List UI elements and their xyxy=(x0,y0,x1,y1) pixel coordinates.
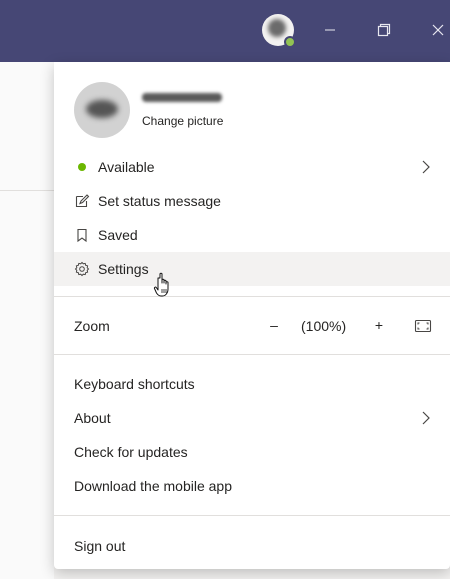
presence-available-icon xyxy=(284,36,296,48)
menu-item-check-for-updates[interactable]: Check for updates xyxy=(54,435,450,469)
settings-label: Settings xyxy=(98,261,149,277)
restore-button[interactable] xyxy=(372,18,396,42)
avatar-image xyxy=(268,19,286,37)
profile-header: Change picture xyxy=(54,62,450,147)
check-updates-label: Check for updates xyxy=(74,444,188,460)
close-icon xyxy=(432,24,444,36)
user-avatar-button[interactable] xyxy=(262,14,296,48)
set-status-label: Set status message xyxy=(98,193,221,209)
menu-divider xyxy=(54,354,450,355)
restore-icon xyxy=(377,23,391,37)
app-background xyxy=(0,62,54,579)
zoom-level: (100%) xyxy=(301,318,347,334)
menu-item-saved[interactable]: Saved xyxy=(54,218,450,252)
fit-to-screen-icon[interactable] xyxy=(414,317,432,335)
gear-icon xyxy=(74,261,90,277)
minimize-icon xyxy=(325,29,335,31)
profile-name-redacted xyxy=(142,93,222,102)
zoom-in-button[interactable]: + xyxy=(371,315,387,335)
menu-item-status[interactable]: Available xyxy=(54,150,450,184)
minimize-button[interactable] xyxy=(318,18,342,42)
status-label: Available xyxy=(98,159,155,175)
zoom-label: Zoom xyxy=(74,318,110,334)
menu-item-about[interactable]: About xyxy=(54,401,450,435)
bookmark-icon xyxy=(74,227,90,243)
close-button[interactable] xyxy=(426,18,450,42)
profile-avatar[interactable] xyxy=(74,82,130,138)
menu-item-set-status-message[interactable]: Set status message xyxy=(54,184,450,218)
menu-divider xyxy=(54,515,450,516)
divider xyxy=(0,190,54,191)
profile-menu: Change picture Available Set status mess… xyxy=(54,62,450,569)
menu-divider xyxy=(54,296,450,297)
menu-item-settings[interactable]: Settings xyxy=(54,252,450,286)
change-picture-link[interactable]: Change picture xyxy=(142,114,223,128)
avatar-image xyxy=(86,100,118,118)
download-mobile-label: Download the mobile app xyxy=(74,478,232,494)
zoom-control: Zoom – (100%) + xyxy=(54,309,450,343)
saved-label: Saved xyxy=(98,227,138,243)
menu-item-sign-out[interactable]: Sign out xyxy=(54,529,450,563)
status-available-icon xyxy=(74,159,90,175)
keyboard-shortcuts-label: Keyboard shortcuts xyxy=(74,376,195,392)
about-label: About xyxy=(74,410,111,426)
menu-item-download-mobile-app[interactable]: Download the mobile app xyxy=(54,469,450,503)
edit-message-icon xyxy=(74,193,90,209)
chevron-right-icon xyxy=(422,160,430,174)
sign-out-label: Sign out xyxy=(74,538,126,554)
menu-item-keyboard-shortcuts[interactable]: Keyboard shortcuts xyxy=(54,367,450,401)
title-bar xyxy=(0,0,450,62)
chevron-right-icon xyxy=(422,411,430,425)
zoom-out-button[interactable]: – xyxy=(266,315,282,335)
